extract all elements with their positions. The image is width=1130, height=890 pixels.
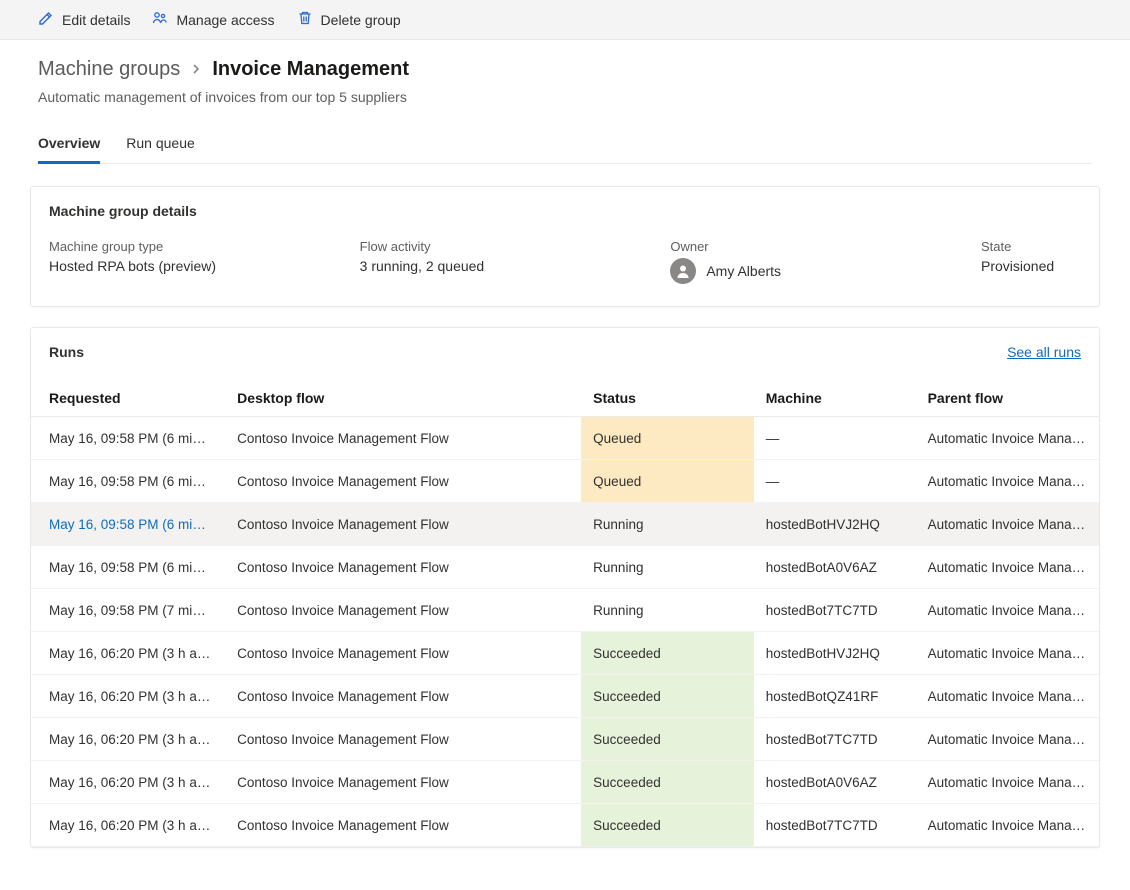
machine-group-details-card: Machine group details Machine group type… xyxy=(30,186,1100,307)
edit-details-button[interactable]: Edit details xyxy=(38,10,130,29)
delete-group-label: Delete group xyxy=(321,12,401,28)
people-icon xyxy=(152,10,168,29)
state-label: State xyxy=(981,239,1081,254)
cell-desktop-flow: Contoso Invoice Management Flow xyxy=(225,503,581,546)
manage-access-button[interactable]: Manage access xyxy=(152,10,274,29)
cell-parent-flow: Automatic Invoice Manage… xyxy=(916,546,1099,589)
runs-card-title: Runs xyxy=(49,344,84,360)
cell-machine: hostedBotHVJ2HQ xyxy=(754,503,916,546)
cell-parent-flow: Automatic Invoice Manage… xyxy=(916,503,1099,546)
breadcrumb: Machine groups Invoice Management xyxy=(38,58,1092,81)
table-row[interactable]: May 16, 09:58 PM (6 min ago)Contoso Invo… xyxy=(31,503,1099,546)
col-parent-flow[interactable]: Parent flow xyxy=(916,380,1099,417)
cell-desktop-flow: Contoso Invoice Management Flow xyxy=(225,761,581,804)
cell-status: Queued xyxy=(581,417,754,460)
cell-machine: hostedBot7TC7TD xyxy=(754,804,916,847)
col-machine[interactable]: Machine xyxy=(754,380,916,417)
cell-parent-flow: Automatic Invoice Manage… xyxy=(916,718,1099,761)
command-bar: Edit details Manage access Delete group xyxy=(0,0,1130,40)
owner-value: Amy Alberts xyxy=(706,263,781,279)
cell-requested: May 16, 06:20 PM (3 h ago) xyxy=(31,761,225,804)
cell-status: Succeeded xyxy=(581,761,754,804)
edit-icon xyxy=(38,10,54,29)
avatar xyxy=(670,258,696,284)
edit-details-label: Edit details xyxy=(62,12,130,28)
owner-label: Owner xyxy=(670,239,961,254)
state-value: Provisioned xyxy=(981,258,1081,274)
group-type-label: Machine group type xyxy=(49,239,340,254)
runs-card: Runs See all runs Requested Desktop flow… xyxy=(30,327,1100,848)
col-status[interactable]: Status xyxy=(581,380,754,417)
cell-requested: May 16, 09:58 PM (6 min ago) xyxy=(31,460,225,503)
trash-icon xyxy=(297,10,313,29)
table-row[interactable]: May 16, 09:58 PM (6 min ago)Contoso Invo… xyxy=(31,460,1099,503)
cell-parent-flow: Automatic Invoice Manage… xyxy=(916,417,1099,460)
runs-table: Requested Desktop flow Status Machine Pa… xyxy=(31,380,1099,847)
cell-requested: May 16, 09:58 PM (6 min ago) xyxy=(31,546,225,589)
table-row[interactable]: May 16, 09:58 PM (6 min ago)Contoso Invo… xyxy=(31,417,1099,460)
cell-machine: — xyxy=(754,417,916,460)
cell-requested: May 16, 06:20 PM (3 h ago) xyxy=(31,718,225,761)
cell-status: Succeeded xyxy=(581,718,754,761)
flow-activity-label: Flow activity xyxy=(360,239,651,254)
table-row[interactable]: May 16, 06:20 PM (3 h ago)Contoso Invoic… xyxy=(31,804,1099,847)
cell-desktop-flow: Contoso Invoice Management Flow xyxy=(225,718,581,761)
cell-machine: hostedBot7TC7TD xyxy=(754,589,916,632)
cell-parent-flow: Automatic Invoice Manage… xyxy=(916,460,1099,503)
cell-status: Running xyxy=(581,589,754,632)
cell-requested: May 16, 06:20 PM (3 h ago) xyxy=(31,804,225,847)
cell-parent-flow: Automatic Invoice Manage… xyxy=(916,632,1099,675)
table-row[interactable]: May 16, 06:20 PM (3 h ago)Contoso Invoic… xyxy=(31,761,1099,804)
tab-overview[interactable]: Overview xyxy=(38,129,100,164)
cell-parent-flow: Automatic Invoice Manage… xyxy=(916,675,1099,718)
delete-group-button[interactable]: Delete group xyxy=(297,10,401,29)
cell-desktop-flow: Contoso Invoice Management Flow xyxy=(225,675,581,718)
table-row[interactable]: May 16, 06:20 PM (3 h ago)Contoso Invoic… xyxy=(31,718,1099,761)
chevron-right-icon xyxy=(190,58,202,81)
cell-requested: May 16, 09:58 PM (6 min ago) xyxy=(31,417,225,460)
table-row[interactable]: May 16, 06:20 PM (3 h ago)Contoso Invoic… xyxy=(31,675,1099,718)
cell-machine: hostedBotA0V6AZ xyxy=(754,546,916,589)
cell-status: Running xyxy=(581,503,754,546)
cell-status: Succeeded xyxy=(581,675,754,718)
tab-run-queue[interactable]: Run queue xyxy=(126,129,195,163)
tabs: Overview Run queue xyxy=(38,129,1092,164)
group-type-value: Hosted RPA bots (preview) xyxy=(49,258,340,274)
cell-desktop-flow: Contoso Invoice Management Flow xyxy=(225,804,581,847)
details-card-title: Machine group details xyxy=(31,187,1099,239)
cell-desktop-flow: Contoso Invoice Management Flow xyxy=(225,546,581,589)
cell-parent-flow: Automatic Invoice Manage… xyxy=(916,761,1099,804)
flow-activity-value: 3 running, 2 queued xyxy=(360,258,651,274)
cell-desktop-flow: Contoso Invoice Management Flow xyxy=(225,632,581,675)
table-row[interactable]: May 16, 09:58 PM (7 min ago)Contoso Invo… xyxy=(31,589,1099,632)
table-row[interactable]: May 16, 06:20 PM (3 h ago)Contoso Invoic… xyxy=(31,632,1099,675)
manage-access-label: Manage access xyxy=(176,12,274,28)
cell-requested: May 16, 06:20 PM (3 h ago) xyxy=(31,675,225,718)
breadcrumb-root[interactable]: Machine groups xyxy=(38,58,180,81)
table-row[interactable]: May 16, 09:58 PM (6 min ago)Contoso Invo… xyxy=(31,546,1099,589)
cell-status: Running xyxy=(581,546,754,589)
cell-machine: hostedBot7TC7TD xyxy=(754,718,916,761)
cell-requested: May 16, 09:58 PM (6 min ago) xyxy=(31,503,225,546)
col-requested[interactable]: Requested xyxy=(31,380,225,417)
cell-requested: May 16, 09:58 PM (7 min ago) xyxy=(31,589,225,632)
cell-desktop-flow: Contoso Invoice Management Flow xyxy=(225,460,581,503)
cell-parent-flow: Automatic Invoice Manage… xyxy=(916,804,1099,847)
cell-desktop-flow: Contoso Invoice Management Flow xyxy=(225,589,581,632)
col-desktop-flow[interactable]: Desktop flow xyxy=(225,380,581,417)
cell-machine: hostedBotA0V6AZ xyxy=(754,761,916,804)
cell-machine: — xyxy=(754,460,916,503)
cell-status: Succeeded xyxy=(581,632,754,675)
cell-parent-flow: Automatic Invoice Manage… xyxy=(916,589,1099,632)
cell-status: Queued xyxy=(581,460,754,503)
cell-status: Succeeded xyxy=(581,804,754,847)
cell-machine: hostedBotHVJ2HQ xyxy=(754,632,916,675)
cell-desktop-flow: Contoso Invoice Management Flow xyxy=(225,417,581,460)
see-all-runs-link[interactable]: See all runs xyxy=(1007,344,1081,360)
cell-machine: hostedBotQZ41RF xyxy=(754,675,916,718)
page-description: Automatic management of invoices from ou… xyxy=(38,89,1092,105)
page-title: Invoice Management xyxy=(212,58,409,81)
cell-requested: May 16, 06:20 PM (3 h ago) xyxy=(31,632,225,675)
